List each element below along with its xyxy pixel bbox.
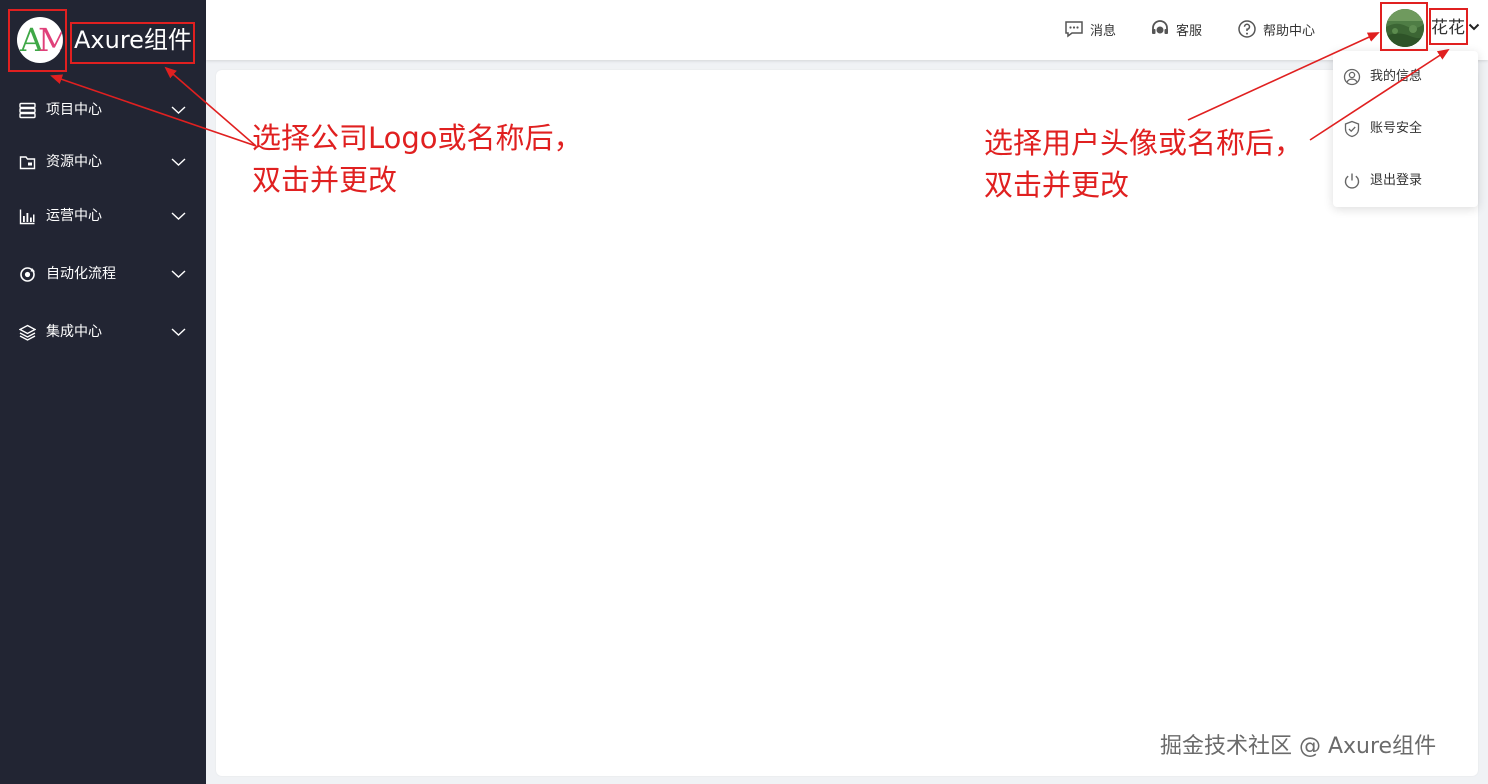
menu-item-logout[interactable]: 退出登录 <box>1333 161 1478 201</box>
username-highlight-box <box>1429 8 1468 45</box>
folder-icon <box>19 156 36 170</box>
shield-check-icon <box>1344 120 1360 138</box>
sidebar-item-label: 运营中心 <box>46 208 102 224</box>
annotation-left-line1: 选择公司Logo或名称后， <box>252 121 583 155</box>
power-icon <box>1344 173 1360 189</box>
watermark: 掘金技术社区 @ Axure组件 <box>1160 734 1437 759</box>
chevron-down-icon <box>171 106 186 114</box>
messages-link[interactable]: 消息 <box>1064 18 1116 40</box>
annotation-right-line2: 双击并更改 <box>984 168 1130 202</box>
sidebar-item-resource-center[interactable]: 资源中心 <box>0 142 206 182</box>
annotation-left-line2: 双击并更改 <box>252 163 398 197</box>
menu-item-account-security[interactable]: 账号安全 <box>1333 109 1478 149</box>
chevron-down-icon <box>171 158 186 166</box>
annotation-right-line1: 选择用户头像或名称后， <box>984 126 1304 160</box>
logo-highlight-box <box>8 9 67 72</box>
main-content-area <box>216 70 1478 776</box>
chevron-down-icon <box>171 270 186 278</box>
sidebar-item-label: 项目中心 <box>46 102 102 118</box>
help-center-link[interactable]: 帮助中心 <box>1237 18 1315 40</box>
question-circle-icon <box>1238 20 1256 38</box>
help-center-label: 帮助中心 <box>1263 23 1316 39</box>
menu-item-label: 账号安全 <box>1370 121 1423 136</box>
customer-service-label: 客服 <box>1176 23 1203 39</box>
brand-highlight-box <box>70 22 195 64</box>
message-icon <box>1065 21 1083 38</box>
sidebar-item-project-center[interactable]: 项目中心 <box>0 90 206 130</box>
customer-service-link[interactable]: 客服 <box>1150 18 1202 40</box>
headset-icon <box>1152 20 1168 34</box>
bar-chart-icon <box>19 209 35 225</box>
sidebar-item-label: 集成中心 <box>46 324 102 340</box>
messages-label: 消息 <box>1090 23 1117 39</box>
sidebar-item-operations-center[interactable]: 运营中心 <box>0 196 206 236</box>
chevron-down-icon[interactable] <box>1468 22 1480 32</box>
user-dropdown-menu: 我的信息 账号安全 退出登录 <box>1333 51 1478 207</box>
chevron-down-icon <box>171 328 186 336</box>
cycle-icon <box>20 267 35 282</box>
user-circle-icon <box>1343 68 1361 86</box>
sidebar-item-label: 自动化流程 <box>46 266 116 282</box>
sidebar-item-automation-flow[interactable]: 自动化流程 <box>0 254 206 294</box>
sidebar-item-integration-center[interactable]: 集成中心 <box>0 312 206 352</box>
layers-icon <box>19 324 36 341</box>
sidebar: A M Axure组件 项目中心 资源中心 运营中心 自动化流程 集成中心 <box>0 0 206 784</box>
server-icon <box>19 102 36 119</box>
sidebar-item-label: 资源中心 <box>46 154 102 170</box>
avatar-highlight-box <box>1380 2 1428 51</box>
menu-item-my-info[interactable]: 我的信息 <box>1333 57 1478 97</box>
chevron-down-icon <box>171 212 186 220</box>
menu-item-label: 退出登录 <box>1370 173 1423 188</box>
menu-item-label: 我的信息 <box>1370 69 1423 84</box>
